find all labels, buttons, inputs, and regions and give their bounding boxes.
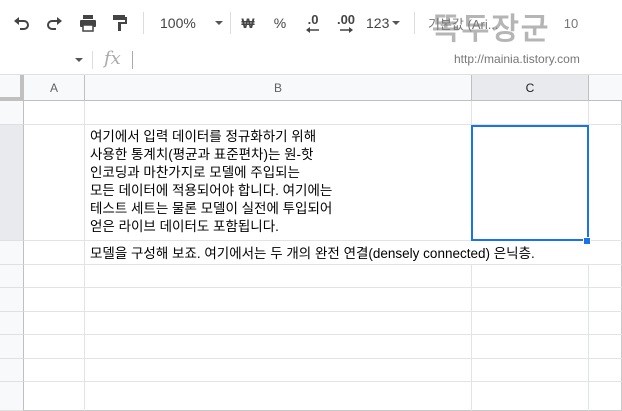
- font-size-select[interactable]: 10: [556, 10, 586, 36]
- grid-line: [24, 287, 622, 288]
- select-all-corner[interactable]: [0, 75, 24, 101]
- zoom-value: 100%: [160, 15, 196, 31]
- chevron-down-icon: [214, 21, 223, 25]
- paint-format-icon: [113, 15, 127, 31]
- selected-cell-c[interactable]: [471, 125, 589, 241]
- formula-cursor: [132, 51, 133, 69]
- watermark-url: http://mainia.tistory.com: [454, 52, 580, 66]
- grid-line: [24, 381, 622, 382]
- fill-handle[interactable]: [583, 237, 591, 245]
- print-icon: [80, 15, 96, 32]
- column-header-c[interactable]: C: [472, 75, 589, 101]
- decrease-decimal-label: .0: [307, 12, 319, 27]
- row-header[interactable]: [0, 382, 24, 411]
- number-format-label: 123: [366, 15, 390, 31]
- grid-line: [24, 311, 622, 312]
- grid-line: [24, 334, 622, 335]
- row-header[interactable]: [0, 335, 24, 359]
- row-header-selected[interactable]: [0, 125, 24, 241]
- cell-b-text[interactable]: 여기에서 입력 데이터를 정규화하기 위해 사용한 통계치(평균과 표준편차)는…: [90, 128, 332, 236]
- redo-icon: [47, 17, 62, 30]
- toolbar-separator: [414, 12, 415, 34]
- percent-icon: %: [273, 15, 287, 31]
- toolbar-separator: [143, 12, 144, 34]
- chevron-down-icon: [75, 58, 83, 62]
- row-header[interactable]: [0, 288, 24, 312]
- decrease-decimal-button[interactable]: .0: [298, 10, 328, 36]
- column-header-d[interactable]: [589, 75, 622, 101]
- fx-icon: fx: [104, 48, 121, 69]
- undo-button[interactable]: [8, 10, 36, 36]
- toolbar-separator: [230, 12, 231, 34]
- cell-b-overflow-text[interactable]: 모델을 구성해 보죠. 여기에서는 두 개의 완전 연결(densely con…: [90, 245, 535, 263]
- row-header[interactable]: [0, 312, 24, 335]
- increase-decimal-button[interactable]: .00: [330, 10, 362, 36]
- percent-format-button[interactable]: %: [268, 10, 292, 36]
- number-format-select[interactable]: 123: [364, 10, 406, 36]
- chevron-down-icon: [392, 21, 401, 25]
- row-header[interactable]: [0, 265, 24, 288]
- watermark-logo: 똑두장군: [432, 12, 551, 47]
- currency-icon: ₩: [241, 15, 255, 31]
- zoom-select[interactable]: 100%: [152, 10, 224, 36]
- toolbar: 100% ₩ % .0 .00 123 기본값 (Ari... 10 똑두장군: [0, 0, 622, 47]
- column-header-b[interactable]: B: [85, 75, 472, 101]
- grid-line: [588, 265, 589, 411]
- print-button[interactable]: [74, 10, 102, 36]
- formula-separator: [92, 51, 93, 69]
- grid-line: [471, 265, 472, 411]
- spreadsheet-grid: A B C 여기에서 입력 데이터를 정규화하기 위해 사용한 통계치(평균과 …: [0, 75, 622, 411]
- row-header[interactable]: [0, 241, 24, 265]
- arrow-left-icon: [306, 27, 319, 33]
- column-header-a[interactable]: A: [24, 75, 85, 101]
- redo-button[interactable]: [40, 10, 68, 36]
- currency-format-button[interactable]: ₩: [236, 10, 260, 36]
- name-box[interactable]: [0, 46, 90, 74]
- paint-format-button[interactable]: [106, 10, 134, 36]
- undo-icon: [14, 17, 29, 30]
- increase-decimal-label: .00: [336, 12, 356, 27]
- grid-line: [84, 101, 85, 411]
- row-header[interactable]: [0, 359, 24, 382]
- arrow-right-icon: [340, 27, 353, 33]
- grid-line: [24, 264, 622, 265]
- font-size-value: 10: [563, 15, 579, 31]
- grid-line: [24, 358, 622, 359]
- row-header[interactable]: [0, 101, 24, 125]
